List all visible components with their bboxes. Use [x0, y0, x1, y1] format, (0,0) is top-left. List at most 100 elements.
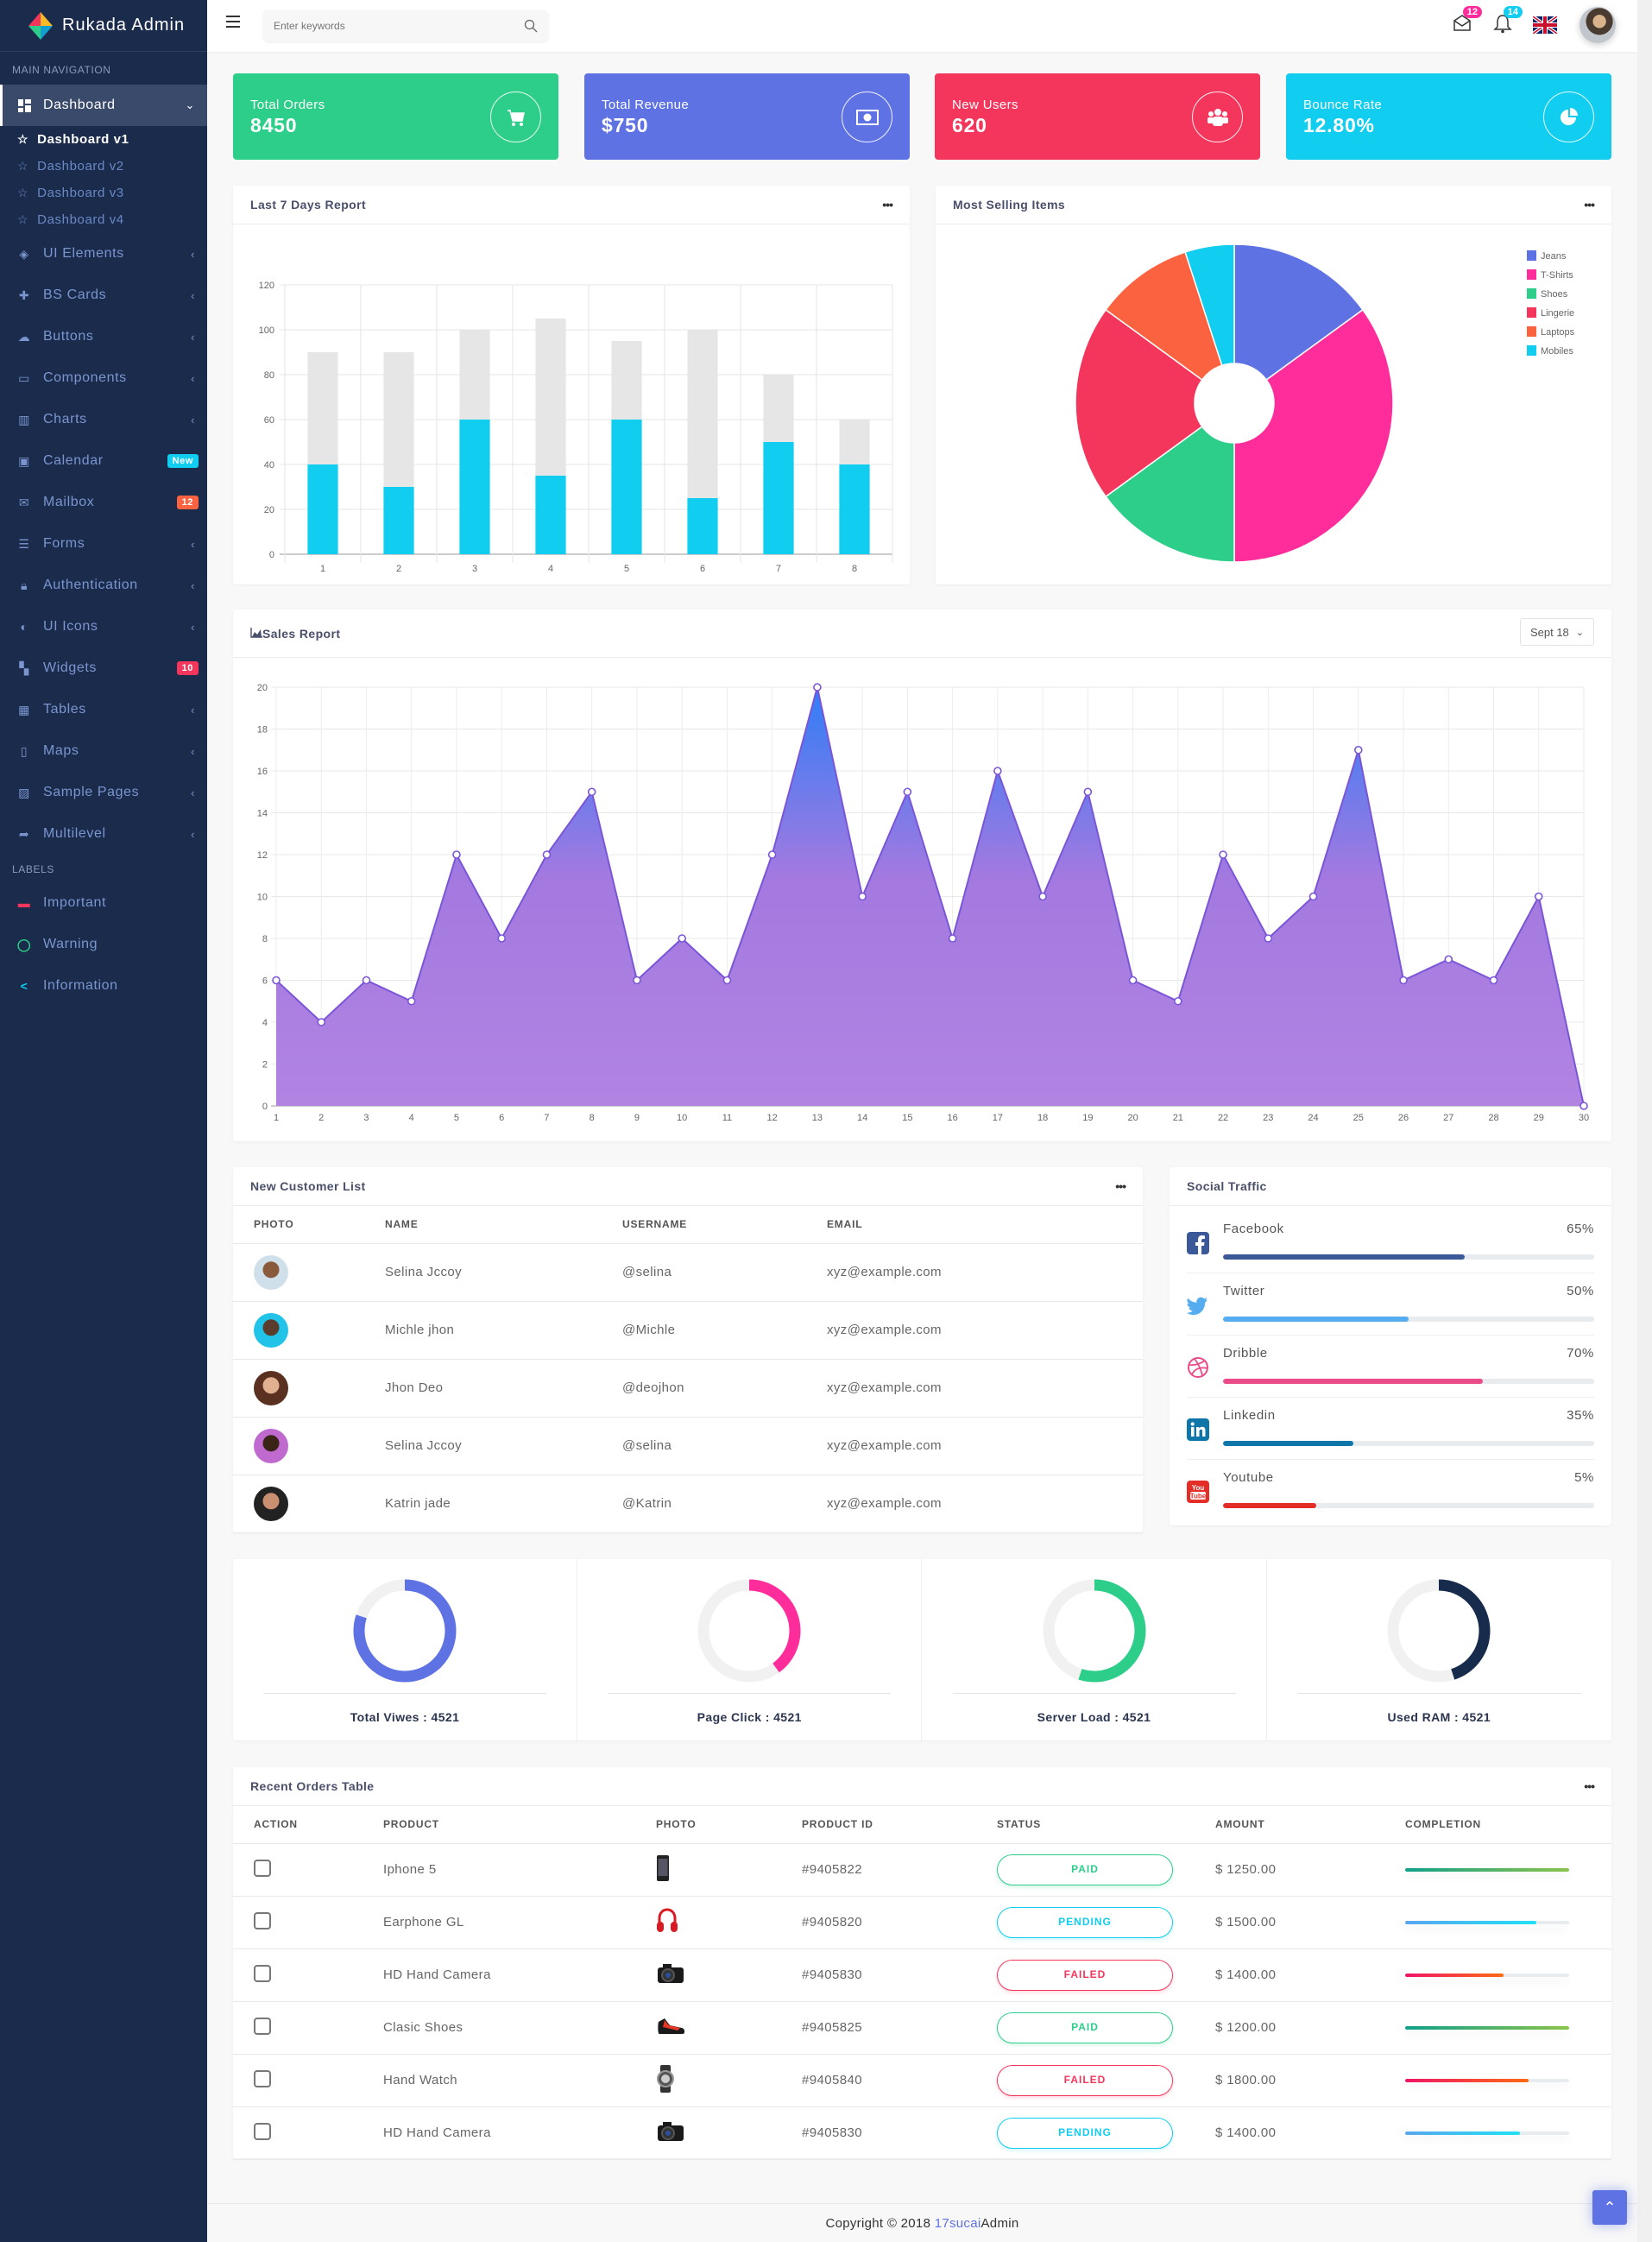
- map-icon: ▯: [20, 743, 28, 758]
- sidebar-subitem-dashboard-v1[interactable]: ☆ Dashboard v1: [0, 126, 207, 153]
- y-tick-label: 14: [257, 809, 268, 819]
- sidebar-item-maps[interactable]: ▯ Maps ‹: [0, 730, 207, 772]
- table-row[interactable]: Earphone GL #9405820 PENDING $ 1500.00: [233, 1896, 1611, 1949]
- y-tick-label: 20: [257, 683, 268, 693]
- sidebar-item-buttons[interactable]: ☁ Buttons ‹: [0, 316, 207, 357]
- language-selector[interactable]: [1531, 15, 1559, 38]
- chevron-left-icon: ‹: [191, 620, 195, 634]
- menu-toggle-icon[interactable]: [226, 16, 240, 28]
- bar-chart-icon: ▥: [18, 412, 30, 426]
- social-row-linkedin: Linkedin 35%: [1187, 1398, 1594, 1460]
- sidebar-item-charts[interactable]: ▥ Charts ‹: [0, 399, 207, 440]
- sidebar-item-forms[interactable]: ☰ Forms ‹: [0, 523, 207, 565]
- sidebar-subitem-dashboard-v3[interactable]: ☆ Dashboard v3: [0, 180, 207, 206]
- phone-icon: [656, 1854, 670, 1885]
- bar-pending: [535, 319, 566, 476]
- stat-card-total-orders[interactable]: Total Orders 8450: [233, 73, 558, 160]
- sidebar-item-tables[interactable]: ▦ Tables ‹: [0, 689, 207, 730]
- more-options-icon[interactable]: •••: [882, 198, 893, 212]
- table-row[interactable]: Clasic Shoes #9405825 PAID $ 1200.00: [233, 2001, 1611, 2055]
- x-tick-label: 17: [993, 1113, 1003, 1123]
- table-row[interactable]: Iphone 5 #9405822 PAID $ 1250.00: [233, 1843, 1611, 1897]
- sidebar-item-dashboard[interactable]: Dashboard ⌄: [0, 85, 207, 126]
- legend-label: Jeans: [1541, 251, 1567, 262]
- sidebar-item-widgets[interactable]: ▚ Widgets 10: [0, 647, 207, 689]
- period-select[interactable]: Sept 18 ⌄: [1520, 618, 1594, 646]
- stat-card-bounce-rate[interactable]: Bounce Rate 12.80%: [1286, 73, 1611, 160]
- customer-email: xyz@example.com: [827, 1475, 1143, 1533]
- status-cell: PAID: [997, 1843, 1215, 1897]
- table-row[interactable]: HD Hand Camera #9405830 FAILED $ 1400.00: [233, 1948, 1611, 2002]
- row-checkbox[interactable]: [254, 2017, 271, 2035]
- label-item-warning[interactable]: ◯ Warning: [0, 924, 207, 965]
- table-row[interactable]: Selina Jccoy @selina xyz@example.com: [233, 1243, 1143, 1302]
- label-item-important[interactable]: ▬ Important: [0, 882, 207, 924]
- stat-card-new-users[interactable]: New Users 620: [935, 73, 1260, 160]
- table-row[interactable]: HD Hand Camera #9405830 PENDING $ 1400.00: [233, 2106, 1611, 2160]
- amount: $ 1400.00: [1215, 2106, 1405, 2160]
- search-input[interactable]: [263, 10, 505, 41]
- sidebar-item-components[interactable]: ▭ Components ‹: [0, 357, 207, 399]
- sidebar-subitem-dashboard-v2[interactable]: ☆ Dashboard v2: [0, 153, 207, 180]
- scroll-to-top-button[interactable]: ⌃: [1592, 2190, 1627, 2225]
- data-point: [858, 892, 867, 901]
- x-tick-label: 4: [548, 564, 553, 574]
- sidebar-subitem-dashboard-v4[interactable]: ☆ Dashboard v4: [0, 206, 207, 233]
- legend-item: Lingerie: [1527, 307, 1574, 319]
- row-checkbox[interactable]: [254, 1964, 271, 1982]
- notifications-button[interactable]: 14: [1493, 6, 1523, 38]
- y-tick-label: 20: [264, 505, 274, 515]
- gauge-label: Server Load : 4521: [1037, 1710, 1151, 1724]
- sidebar-item-multilevel[interactable]: ➦ Multilevel ‹: [0, 813, 207, 855]
- completion-fill: [1405, 1867, 1569, 1872]
- photo-cell: [656, 1948, 802, 2002]
- customer-username: @Katrin: [622, 1475, 827, 1533]
- sidebar-item-bs-cards[interactable]: ✚ BS Cards ‹: [0, 275, 207, 316]
- sidebar-item-ui-elements[interactable]: ◈ UI Elements ‹: [0, 233, 207, 275]
- gauge-label: Used RAM : 4521: [1387, 1710, 1491, 1724]
- sidebar-item-calendar[interactable]: ▣ Calendar New: [0, 440, 207, 482]
- table-row[interactable]: Selina Jccoy @selina xyz@example.com: [233, 1417, 1143, 1475]
- x-tick-label: 29: [1534, 1113, 1544, 1123]
- page-scrollbar[interactable]: [1637, 0, 1652, 2242]
- table-row[interactable]: Jhon Deo @deojhon xyz@example.com: [233, 1359, 1143, 1418]
- stat-card-total-revenue[interactable]: Total Revenue $750: [584, 73, 910, 160]
- legend-swatch: [1527, 288, 1536, 299]
- row-checkbox[interactable]: [254, 1911, 271, 1929]
- sidebar-item-ui-icons[interactable]: ◐ UI Icons ‹: [0, 606, 207, 647]
- status-badge: PENDING: [997, 2117, 1173, 2149]
- sidebar-item-sample-pages[interactable]: ▨ Sample Pages ‹: [0, 772, 207, 813]
- chevron-down-icon: ⌄: [1575, 627, 1585, 638]
- column-header: COMPLETION: [1405, 1806, 1611, 1844]
- search-icon[interactable]: [524, 19, 538, 33]
- more-options-icon[interactable]: •••: [1584, 1779, 1595, 1793]
- row-checkbox[interactable]: [254, 1859, 271, 1877]
- footer-link[interactable]: 17sucai: [935, 2216, 981, 2231]
- bar-new-orders: [611, 420, 642, 554]
- brand[interactable]: Rukada Admin: [0, 0, 207, 52]
- sidebar-item-mailbox[interactable]: ✉ Mailbox 12: [0, 482, 207, 523]
- user-avatar[interactable]: [1579, 7, 1616, 43]
- legend-item: Shoes: [1527, 288, 1568, 300]
- product-id: #9405830: [802, 2106, 997, 2160]
- data-point: [317, 1018, 326, 1026]
- sidebar-item-authentication[interactable]: 🔒︎ Authentication ‹: [0, 565, 207, 606]
- more-options-icon[interactable]: •••: [1584, 198, 1595, 212]
- product-name: Clasic Shoes: [383, 2001, 656, 2055]
- sidebar-badge: New: [167, 454, 199, 468]
- label-item-information[interactable]: < Information: [0, 965, 207, 1007]
- table-row[interactable]: Hand Watch #9405840 FAILED $ 1800.00: [233, 2054, 1611, 2107]
- more-options-icon[interactable]: •••: [1115, 1179, 1126, 1193]
- row-checkbox[interactable]: [254, 2122, 271, 2140]
- dribbble-icon: [1187, 1356, 1209, 1379]
- x-tick-label: 7: [776, 564, 781, 574]
- row-checkbox[interactable]: [254, 2069, 271, 2087]
- x-tick-label: 6: [499, 1113, 504, 1123]
- table-row[interactable]: Katrin jade @Katrin xyz@example.com: [233, 1475, 1143, 1533]
- section-labels: LABELS: [12, 863, 54, 875]
- sales-title-wrap: Sales Report: [250, 627, 340, 641]
- table-row[interactable]: Michle jhon @Michle xyz@example.com: [233, 1301, 1143, 1360]
- y-tick-label: 120: [259, 281, 274, 291]
- avatar: [254, 1486, 288, 1521]
- mail-button[interactable]: 12: [1453, 6, 1482, 36]
